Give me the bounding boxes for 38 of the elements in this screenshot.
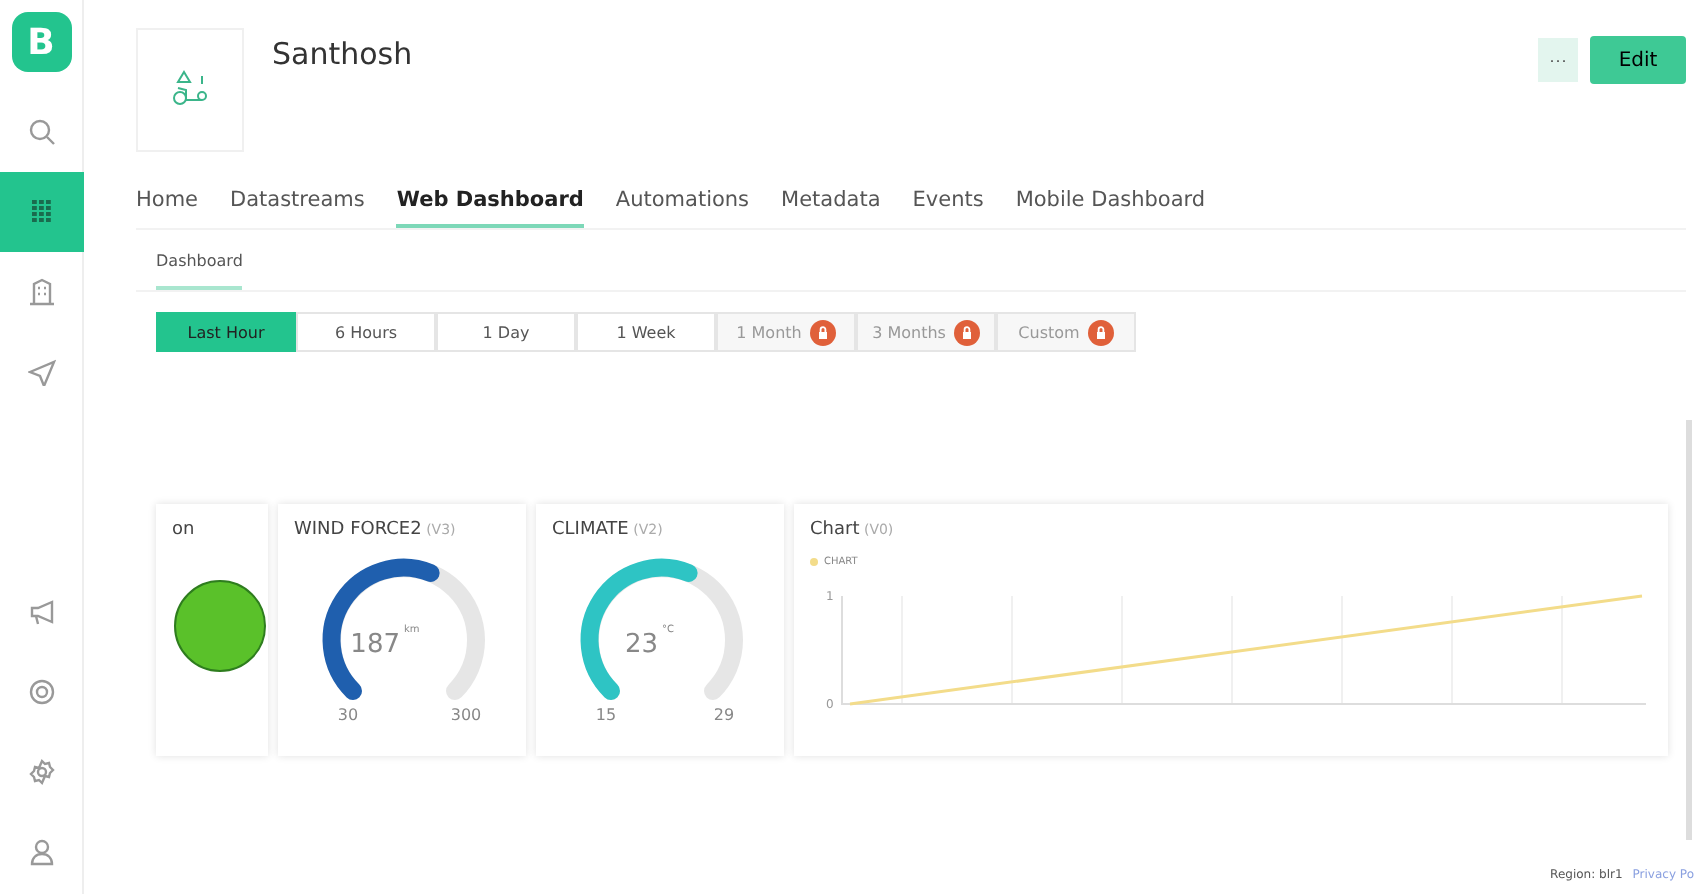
scrollbar[interactable]: [1686, 420, 1692, 840]
gear-icon: [27, 758, 55, 786]
time-range-button[interactable]: 6 Hours: [296, 312, 436, 352]
edit-button[interactable]: Edit: [1590, 36, 1686, 84]
widget-title: WIND FORCE2: [294, 520, 422, 540]
tab[interactable]: Metadata: [781, 188, 881, 228]
device-name: Santhosh: [272, 36, 415, 72]
time-range-button[interactable]: 1 Week: [576, 312, 716, 352]
max-label: 29: [713, 706, 735, 724]
widget-title: on: [172, 520, 197, 540]
grid-icon: [27, 198, 55, 226]
max-label: 300: [450, 706, 482, 724]
min-label: 15: [595, 706, 617, 724]
lock-icon: [953, 319, 980, 345]
widget-title: CLIMATE: [552, 520, 629, 540]
tab[interactable]: Home: [136, 188, 199, 228]
tab[interactable]: Events: [912, 188, 984, 228]
sidebar-item[interactable]: [0, 172, 83, 252]
gauge-value: 187: [350, 630, 400, 660]
search-icon: [27, 118, 55, 146]
min-label: 30: [337, 706, 359, 724]
tab[interactable]: Mobile Dashboard: [1015, 188, 1206, 228]
building-icon: [27, 278, 55, 306]
lifebuoy-icon: [27, 678, 55, 706]
time-range-button[interactable]: 1 Day: [436, 312, 576, 352]
megaphone-icon: [27, 598, 55, 626]
tab[interactable]: Dashboard: [156, 246, 243, 290]
tab[interactable]: Datastreams: [230, 188, 365, 228]
send-icon: [27, 358, 55, 386]
user-icon: [27, 838, 55, 866]
lock-icon: [1087, 319, 1114, 345]
tab[interactable]: Web Dashboard: [396, 188, 584, 228]
more-button[interactable]: ···: [1538, 38, 1578, 82]
widget-title: Chart: [810, 520, 860, 540]
tab[interactable]: Automations: [615, 188, 750, 228]
time-range-button[interactable]: Last Hour: [156, 312, 296, 352]
gauge-value: 23: [624, 630, 658, 660]
lock-icon: [809, 319, 836, 345]
